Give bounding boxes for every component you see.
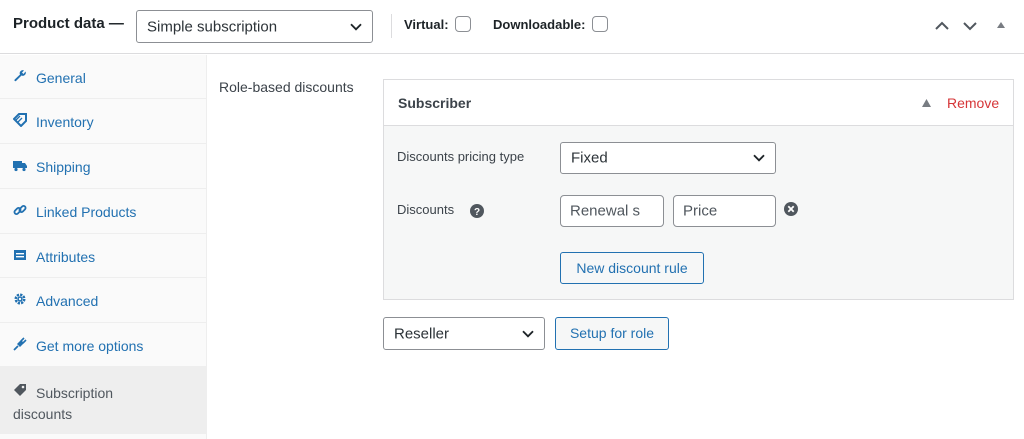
downloadable-label: Downloadable: (493, 17, 586, 32)
discounts-label: Discounts (397, 202, 455, 217)
move-up-icon[interactable] (934, 18, 950, 34)
tag-icon (13, 113, 27, 127)
tab-advanced[interactable]: Advanced (0, 278, 206, 323)
tab-label-line2: discounts (13, 406, 73, 422)
svg-text:?: ? (474, 207, 480, 218)
new-discount-rule-button[interactable]: New discount rule (560, 252, 704, 284)
renewal-placeholder: Renewal s (570, 202, 641, 220)
tab-label: Subscription (36, 385, 114, 401)
tab-subscription-discounts[interactable]: Subscription discounts (0, 367, 206, 434)
tab-inventory[interactable]: Inventory (0, 99, 206, 144)
price-tag-icon (14, 384, 26, 396)
role-panel-header[interactable]: Subscriber Remove (384, 80, 1013, 126)
tab-label: Advanced (36, 293, 99, 309)
move-down-icon[interactable] (962, 18, 978, 34)
virtual-label: Virtual: (404, 17, 449, 32)
truck-icon (13, 161, 27, 172)
chevron-down-icon (522, 330, 534, 338)
header-divider (391, 14, 392, 38)
tab-label: Get more options (36, 338, 144, 354)
remove-role-link[interactable]: Remove (947, 95, 999, 111)
tab-attributes[interactable]: Attributes (0, 234, 206, 278)
help-icon[interactable]: ? (470, 204, 484, 218)
chevron-down-icon (753, 154, 765, 162)
product-type-select[interactable]: Simple subscription (136, 10, 373, 43)
link-icon (13, 205, 27, 215)
chevron-down-icon (350, 23, 362, 31)
tab-get-more-options[interactable]: Get more options (0, 323, 206, 367)
pricing-type-value: Fixed (571, 149, 608, 167)
pricing-type-select[interactable]: Fixed (560, 142, 776, 174)
tab-label: General (36, 70, 86, 86)
role-based-discounts-label: Role-based discounts (219, 79, 354, 95)
tab-linked-products[interactable]: Linked Products (0, 189, 206, 234)
role-select-value: Reseller (394, 325, 450, 342)
plug-icon (13, 337, 27, 351)
collapse-role-icon[interactable] (921, 98, 932, 108)
renewal-input[interactable]: Renewal s (560, 195, 664, 227)
tab-label: Attributes (36, 249, 96, 265)
product-type-value: Simple subscription (147, 18, 278, 35)
gear-icon (14, 293, 26, 305)
product-data-header: Product data — Simple subscription Virtu… (0, 0, 1024, 54)
product-data-title: Product data — (13, 15, 124, 32)
tab-shipping[interactable]: Shipping (0, 144, 206, 189)
collapse-toggle-icon[interactable] (996, 20, 1006, 30)
list-icon (14, 250, 26, 260)
product-data-tabs: General Inventory Shipping Linked Produc… (0, 55, 207, 439)
role-select[interactable]: Reseller (383, 317, 545, 350)
remove-rule-icon[interactable] (784, 202, 798, 216)
tab-label: Shipping (36, 159, 91, 175)
virtual-checkbox[interactable] (455, 16, 471, 32)
role-panel-title: Subscriber (398, 95, 472, 111)
wrench-icon (14, 70, 26, 82)
setup-for-role-button[interactable]: Setup for role (555, 317, 669, 350)
price-placeholder: Price (683, 202, 718, 220)
price-input[interactable]: Price (673, 195, 776, 227)
pricing-type-label: Discounts pricing type (397, 149, 525, 164)
tab-general[interactable]: General (0, 55, 206, 99)
downloadable-checkbox[interactable] (592, 16, 608, 32)
tab-label: Inventory (36, 114, 94, 130)
tab-label: Linked Products (36, 204, 137, 220)
